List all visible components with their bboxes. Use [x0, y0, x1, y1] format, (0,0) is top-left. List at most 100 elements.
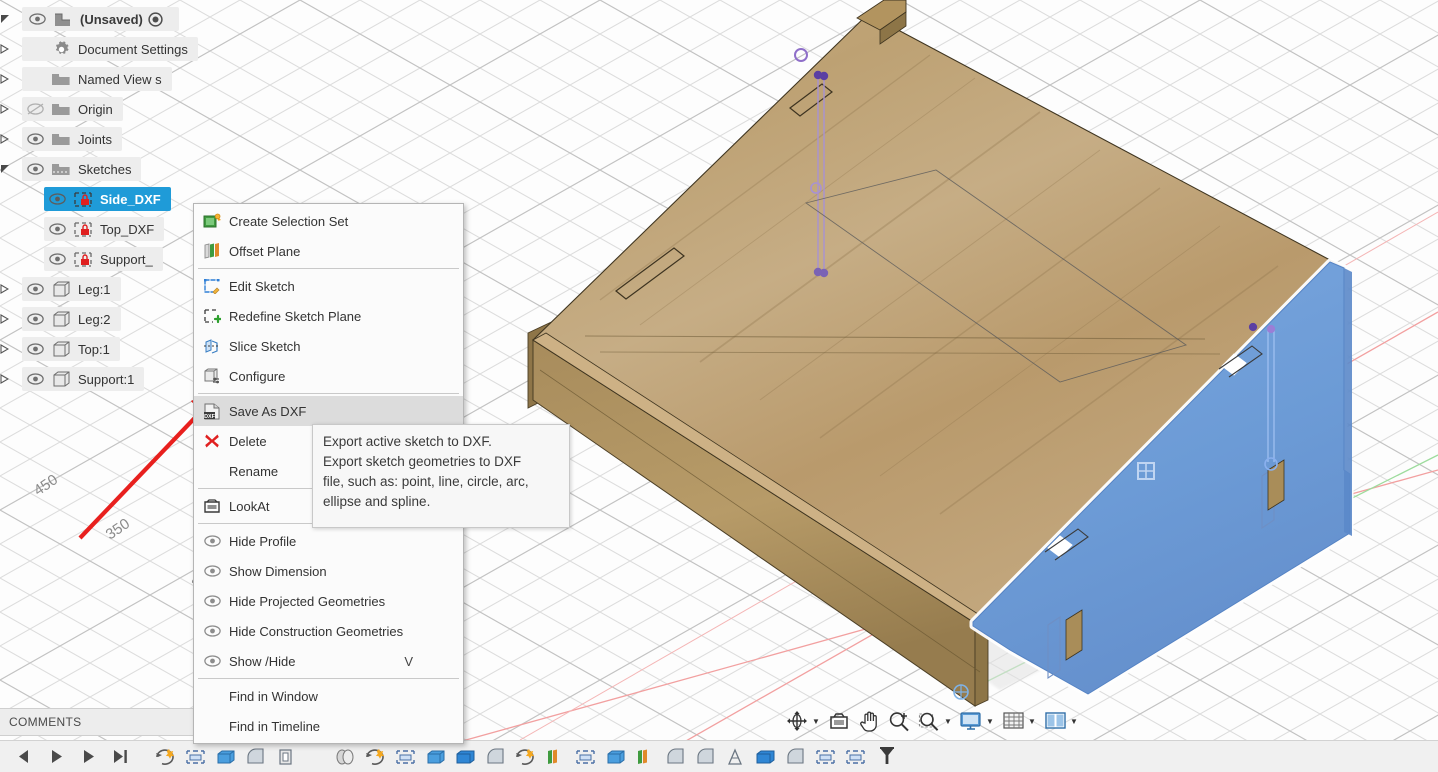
display-settings-tool[interactable]: ▼ [956, 708, 998, 734]
grid-snaps-icon[interactable] [1000, 708, 1026, 734]
grid-snaps-tool[interactable]: ▼ [998, 708, 1040, 734]
eye-hidden-icon[interactable] [22, 103, 48, 115]
menu-item-edit-sketch[interactable]: Edit Sketch [194, 271, 463, 301]
menu-item-create-selection-set[interactable]: Create Selection Set [194, 206, 463, 236]
eye-icon[interactable] [22, 343, 48, 355]
feature-extrude-icon[interactable] [810, 742, 840, 772]
menu-item-configure[interactable]: Configure [194, 361, 463, 391]
feature-chamfer-icon[interactable] [720, 742, 750, 772]
play-forward-icon[interactable] [72, 742, 104, 772]
timeline-features[interactable] [136, 742, 902, 772]
menu-item-label: Configure [229, 368, 286, 384]
chevron-down-icon[interactable]: ▼ [1068, 717, 1080, 726]
menu-item-hide-construction-geometries[interactable]: Hide Construction Geometries [194, 616, 463, 646]
chevron-right-icon[interactable] [0, 284, 22, 294]
feature-extrude-icon[interactable] [180, 742, 210, 772]
feature-fillet-icon[interactable] [660, 742, 690, 772]
sidebar-item-label: Joints [78, 131, 112, 147]
feature-offset-plane-icon[interactable] [630, 742, 660, 772]
browser-root-row[interactable]: (Unsaved) [0, 4, 250, 34]
pan-tool[interactable] [854, 708, 884, 734]
feature-extrude-icon[interactable] [840, 742, 870, 772]
feature-box-icon[interactable] [600, 742, 630, 772]
look-at-icon[interactable] [826, 708, 852, 734]
feature-chamfer-icon[interactable] [330, 742, 360, 772]
expand-arrow-icon[interactable] [0, 14, 22, 24]
chevron-down-icon[interactable]: ▼ [810, 717, 822, 726]
eye-icon[interactable] [44, 223, 70, 235]
chevron-down-icon[interactable]: ▼ [942, 717, 954, 726]
feature-box-icon[interactable] [210, 742, 240, 772]
chevron-down-icon[interactable]: ▼ [984, 717, 996, 726]
chevron-right-icon[interactable] [0, 134, 22, 144]
feature-box-blue-icon[interactable] [450, 742, 480, 772]
menu-item-find-in-timeline[interactable]: Find in Timeline [194, 711, 463, 741]
menu-item-show-hide[interactable]: Show /Hide V [194, 646, 463, 676]
look-at-tool[interactable] [824, 708, 854, 734]
feature-offset-plane-icon[interactable] [540, 742, 570, 772]
timeline-end-marker[interactable] [872, 742, 902, 772]
orbit-icon[interactable] [784, 708, 810, 734]
zoom-in-icon[interactable] [886, 708, 912, 734]
eye-icon[interactable] [22, 163, 48, 175]
tooltip-line: ellipse and spline. [323, 494, 431, 509]
eye-icon[interactable] [22, 133, 48, 145]
zoom-window-icon[interactable] [916, 708, 942, 734]
timeline-bar[interactable] [0, 740, 1438, 772]
timeline-nav-controls[interactable] [0, 742, 136, 772]
zoom-window-tool[interactable]: ▼ [914, 708, 956, 734]
sidebar-item-label: Leg:2 [78, 311, 111, 327]
feature-extrude-icon[interactable] [390, 742, 420, 772]
sidebar-item-joints[interactable]: Joints [0, 124, 250, 154]
chevron-right-icon[interactable] [0, 74, 22, 84]
chevron-right-icon[interactable] [0, 44, 22, 54]
eye-icon[interactable] [44, 253, 70, 265]
menu-item-offset-plane[interactable]: Offset Plane [194, 236, 463, 266]
orbit-tool[interactable]: ▼ [782, 708, 824, 734]
eye-icon[interactable] [22, 373, 48, 385]
target-icon[interactable] [143, 11, 169, 27]
sidebar-item-sketches[interactable]: Sketches [0, 154, 250, 184]
sidebar-item-named-views[interactable]: Named View s [0, 64, 250, 94]
view-toolbar[interactable]: ▼ ▼ ▼ ▼ ▼ [782, 705, 1082, 737]
feature-box-icon[interactable] [420, 742, 450, 772]
viewports-tool[interactable]: ▼ [1040, 708, 1082, 734]
menu-item-find-in-window[interactable]: Find in Window [194, 681, 463, 711]
eye-icon[interactable] [44, 193, 70, 205]
step-back-icon[interactable] [8, 742, 40, 772]
viewports-icon[interactable] [1042, 708, 1068, 734]
sidebar-item-origin[interactable]: Origin [0, 94, 250, 124]
chevron-right-icon[interactable] [0, 344, 22, 354]
feature-shell-icon[interactable] [270, 742, 300, 772]
eye-icon [199, 535, 225, 547]
feature-fillet-icon[interactable] [690, 742, 720, 772]
expand-arrow-icon[interactable] [0, 164, 22, 174]
chevron-right-icon[interactable] [0, 104, 22, 114]
menu-item-hide-profile[interactable]: Hide Profile [194, 526, 463, 556]
feature-box-blue-icon[interactable] [750, 742, 780, 772]
menu-item-save-as-dxf[interactable]: DXF Save As DXF [194, 396, 463, 426]
zoom-tool[interactable] [884, 708, 914, 734]
play-back-icon[interactable] [40, 742, 72, 772]
pan-hand-icon[interactable] [856, 708, 882, 734]
feature-sketch-new-icon[interactable] [360, 742, 390, 772]
chevron-down-icon[interactable]: ▼ [1026, 717, 1038, 726]
eye-icon[interactable] [22, 313, 48, 325]
menu-item-slice-sketch[interactable]: Slice Sketch [194, 331, 463, 361]
chevron-right-icon[interactable] [0, 374, 22, 384]
eye-icon[interactable] [24, 13, 50, 25]
feature-sketch-new-icon[interactable] [150, 742, 180, 772]
feature-extrude-icon[interactable] [570, 742, 600, 772]
menu-item-redefine-sketch-plane[interactable]: Redefine Sketch Plane [194, 301, 463, 331]
feature-sketch-new-icon[interactable] [510, 742, 540, 772]
feature-fillet-icon[interactable] [240, 742, 270, 772]
chevron-right-icon[interactable] [0, 314, 22, 324]
menu-item-hide-projected-geometries[interactable]: Hide Projected Geometries [194, 586, 463, 616]
display-settings-icon[interactable] [958, 708, 984, 734]
feature-fillet-icon[interactable] [480, 742, 510, 772]
eye-icon[interactable] [22, 283, 48, 295]
sidebar-item-document-settings[interactable]: Document Settings [0, 34, 250, 64]
step-to-end-icon[interactable] [104, 742, 136, 772]
feature-fillet-icon[interactable] [780, 742, 810, 772]
menu-item-show-dimension[interactable]: Show Dimension [194, 556, 463, 586]
